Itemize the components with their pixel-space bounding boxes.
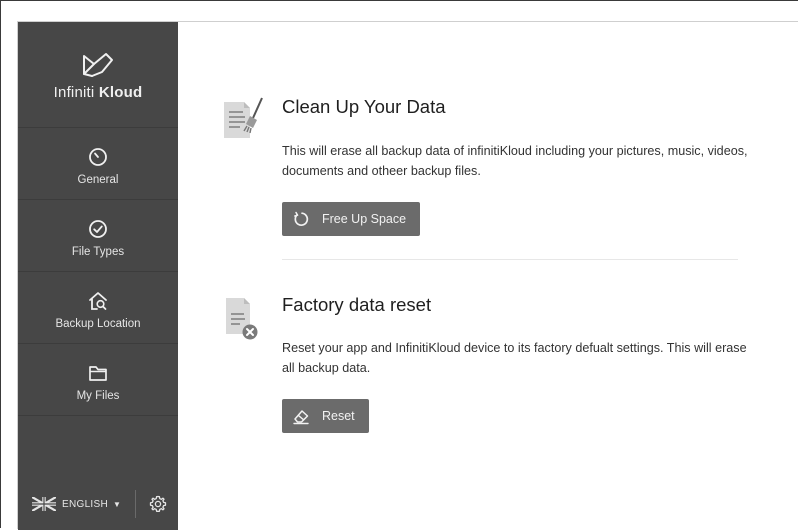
sidebar: Infiniti Kloud General File Types Backup… bbox=[18, 22, 178, 530]
language-label: ENGLISH bbox=[62, 498, 109, 510]
chevron-down-icon: ▼ bbox=[113, 499, 122, 509]
brand: Infiniti Kloud bbox=[18, 22, 178, 128]
infiniti-kloud-logo-icon bbox=[83, 53, 113, 77]
refresh-icon bbox=[294, 211, 309, 227]
uk-flag-icon bbox=[32, 497, 56, 511]
sidebar-item-label: Backup Location bbox=[55, 318, 141, 330]
eraser-icon bbox=[293, 410, 309, 425]
app-window: Infiniti Kloud General File Types Backup… bbox=[17, 21, 798, 530]
brand-name: Infiniti Kloud bbox=[18, 84, 178, 101]
footer-divider bbox=[135, 490, 136, 518]
main-content: Clean Up Your Data This will erase all b… bbox=[178, 22, 798, 530]
language-selector[interactable]: ENGLISH ▼ bbox=[32, 492, 121, 516]
gauge-icon bbox=[89, 148, 107, 166]
sidebar-item-general[interactable]: General bbox=[18, 128, 178, 200]
document-delete-icon bbox=[226, 298, 258, 340]
brand-name-bold: Kloud bbox=[98, 84, 143, 101]
reset-label: Reset bbox=[322, 409, 355, 423]
brand-name-light: Infiniti bbox=[53, 84, 95, 101]
sidebar-item-backup-location[interactable]: Backup Location bbox=[18, 272, 178, 344]
home-search-icon bbox=[89, 292, 107, 310]
factory-reset-description: Reset your app and InfinitiKloud device … bbox=[282, 341, 747, 375]
reset-button[interactable]: Reset bbox=[282, 399, 369, 433]
sidebar-item-file-types[interactable]: File Types bbox=[18, 200, 178, 272]
sidebar-item-label: My Files bbox=[76, 390, 120, 402]
section-divider bbox=[282, 259, 738, 260]
sidebar-item-label: General bbox=[77, 174, 119, 186]
sidebar-item-my-files[interactable]: My Files bbox=[18, 344, 178, 416]
screen-frame: Infiniti Kloud General File Types Backup… bbox=[0, 0, 798, 530]
cleanup-description: This will erase all backup data of infin… bbox=[282, 144, 748, 178]
sidebar-item-label: File Types bbox=[71, 246, 125, 258]
folder-icon bbox=[89, 366, 107, 381]
gear-icon[interactable] bbox=[148, 494, 168, 514]
free-up-space-label: Free Up Space bbox=[322, 212, 407, 226]
factory-reset-title: Factory data reset bbox=[282, 294, 432, 315]
sidebar-footer: ENGLISH ▼ bbox=[18, 478, 178, 530]
document-broom-icon bbox=[224, 97, 263, 138]
cleanup-title: Clean Up Your Data bbox=[282, 96, 446, 117]
check-circle-icon bbox=[89, 220, 107, 238]
free-up-space-button[interactable]: Free Up Space bbox=[282, 202, 421, 236]
